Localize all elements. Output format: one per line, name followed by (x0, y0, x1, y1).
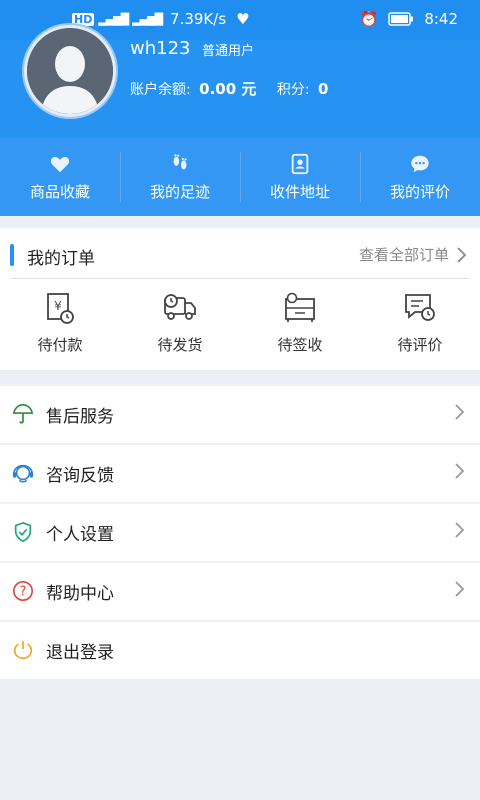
quick-link-label: 商品收藏 (29, 182, 90, 201)
power-icon (13, 640, 33, 660)
menu-item-personal-settings[interactable]: 个人设置 (0, 504, 480, 561)
account-summary: 账户余额: 0.00 元 积分: 0 (130, 78, 328, 99)
avatar[interactable] (24, 25, 116, 117)
contact-book-icon (291, 153, 309, 174)
settings-menu: 售后服务 咨询反馈 个人设置 ? 帮助中心 退出登录 (0, 386, 480, 681)
menu-item-label: 个人设置 (46, 525, 114, 545)
quick-link-footprints[interactable]: 我的足迹 (120, 138, 240, 216)
menu-item-label: 咨询反馈 (46, 466, 114, 486)
payment-icon: ¥ (47, 293, 74, 324)
balance-value: 0.00 元 (199, 80, 257, 98)
order-status-label: 待发货 (157, 336, 203, 354)
view-all-label: 查看全部订单 (358, 246, 449, 264)
default-user-icon (27, 28, 113, 114)
balance-label: 账户余额: (130, 82, 191, 98)
chevron-right-icon (455, 463, 464, 479)
order-pending-review[interactable]: 待评价 (360, 292, 480, 355)
quick-link-label: 我的评价 (389, 182, 450, 201)
truck-icon (164, 294, 196, 320)
svg-text:?: ? (20, 585, 27, 600)
umbrella-icon (12, 404, 34, 424)
section-accent-bar (10, 244, 14, 266)
receive-box-icon (285, 292, 315, 322)
menu-item-feedback[interactable]: 咨询反馈 (0, 445, 480, 502)
menu-item-label: 退出登录 (46, 643, 114, 663)
heart-rate-icon: ♥ (236, 10, 250, 28)
quick-link-reviews[interactable]: 我的评价 (360, 138, 480, 216)
orders-card: 我的订单 查看全部订单 ¥ 待付款 待发货 待签收 待评价 (0, 228, 480, 370)
signal-4g-icon: ▂▄▆█ (98, 12, 129, 26)
user-type: 普通用户 (202, 44, 255, 59)
order-status-list: ¥ 待付款 待发货 待签收 待评价 (0, 292, 480, 355)
menu-item-after-sales[interactable]: 售后服务 (0, 386, 480, 443)
chevron-right-icon (455, 522, 464, 538)
orders-title: 我的订单 (27, 249, 95, 269)
footprints-icon (173, 153, 187, 169)
shield-check-icon (14, 521, 32, 543)
order-pending-payment[interactable]: ¥ 待付款 (0, 292, 120, 355)
help-circle-icon: ? (13, 581, 33, 601)
heart-icon (50, 156, 70, 172)
order-pending-receipt[interactable]: 待签收 (240, 292, 360, 355)
headset-icon (12, 464, 34, 483)
username: wh123 (130, 38, 191, 59)
menu-item-help-center[interactable]: ? 帮助中心 (0, 563, 480, 620)
menu-item-label: 帮助中心 (46, 584, 114, 604)
network-speed: 7.39K/s (170, 10, 227, 28)
order-status-label: 待评价 (397, 336, 443, 354)
chevron-right-icon (455, 404, 464, 420)
points-value: 0 (318, 80, 329, 98)
signal-2g-icon: ▂▄▆█ (132, 12, 163, 26)
order-status-label: 待签收 (277, 336, 323, 354)
view-all-orders-link[interactable]: 查看全部订单 (359, 244, 466, 265)
order-pending-shipment[interactable]: 待发货 (120, 292, 240, 355)
review-icon (405, 294, 435, 321)
points-label: 积分: (276, 82, 310, 98)
quick-link-label: 我的足迹 (149, 182, 210, 201)
alarm-icon: ⏰ (359, 10, 379, 28)
clock: 8:42 (424, 10, 458, 28)
quick-links: 商品收藏 我的足迹 收件地址 我的评价 (0, 138, 480, 216)
order-status-label: 待付款 (37, 336, 83, 354)
orders-header: 我的订单 查看全部订单 (10, 238, 470, 279)
quick-link-address[interactable]: 收件地址 (240, 138, 360, 216)
quick-link-favorites[interactable]: 商品收藏 (0, 138, 120, 216)
menu-item-label: 售后服务 (46, 407, 114, 427)
chevron-right-icon (457, 246, 466, 263)
quick-link-label: 收件地址 (269, 182, 330, 201)
network-indicator: HD (72, 12, 95, 26)
chat-bubble-icon (411, 155, 429, 172)
chevron-right-icon (455, 581, 464, 597)
battery-icon (388, 12, 414, 26)
svg-text:¥: ¥ (54, 299, 62, 313)
menu-item-logout[interactable]: 退出登录 (0, 622, 480, 679)
